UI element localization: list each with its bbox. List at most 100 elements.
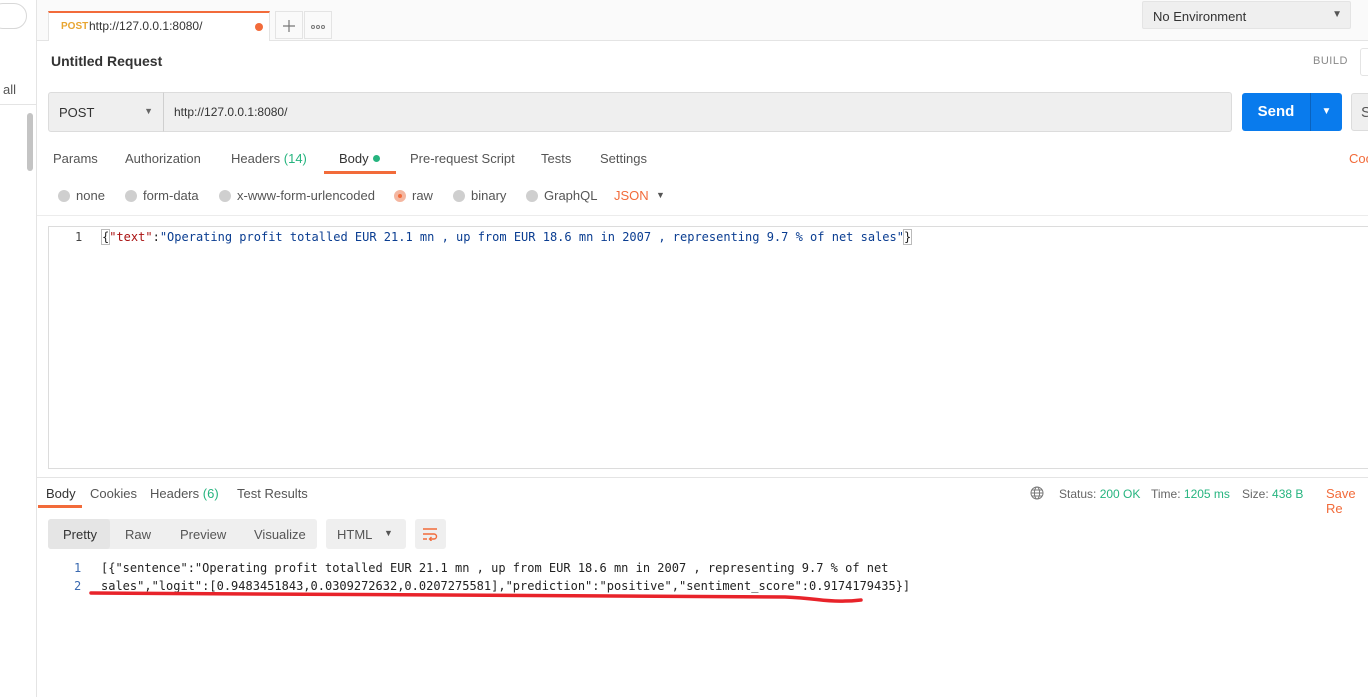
request-tab-active[interactable]: POST http://127.0.0.1:8080/ <box>48 11 270 41</box>
radio-circle-icon <box>219 190 231 202</box>
tab-params[interactable]: Params <box>53 151 98 166</box>
response-tab-body-underline <box>38 505 82 508</box>
radio-binary-label: binary <box>471 188 507 203</box>
radio-graphql[interactable]: GraphQL <box>526 188 597 203</box>
response-divider <box>37 477 1368 478</box>
sidebar-search-pill[interactable] <box>0 3 27 29</box>
globe-icon[interactable] <box>1030 486 1044 500</box>
response-format-label: HTML <box>337 527 373 542</box>
sidebar-filter-all[interactable]: all <box>3 82 16 97</box>
sidebar-divider <box>0 104 37 105</box>
send-button[interactable]: Send ▼ <box>1242 93 1342 131</box>
send-label[interactable]: Send <box>1242 93 1310 131</box>
tab-body-underline <box>324 171 396 174</box>
url-input[interactable]: http://127.0.0.1:8080/ <box>163 92 1232 132</box>
tab-headers-count: (14) <box>283 151 307 166</box>
radio-urlencoded-label: x-www-form-urlencoded <box>237 188 375 203</box>
code-link[interactable]: Coo <box>1349 151 1368 166</box>
request-body-editor[interactable]: 1 {"text":"Operating profit totalled EUR… <box>48 226 1368 469</box>
radio-binary[interactable]: binary <box>453 188 506 203</box>
response-format-select[interactable]: HTML ▼ <box>326 519 406 549</box>
save-response-button[interactable]: Save Re <box>1326 486 1368 516</box>
tab-authorization[interactable]: Authorization <box>125 151 201 166</box>
response-view-toggle: Pretty Raw Preview Visualize <box>48 519 317 549</box>
view-preview[interactable]: Preview <box>180 527 226 542</box>
wrap-lines-button[interactable] <box>415 519 446 549</box>
line-number: 1 <box>75 230 83 244</box>
status-label: Status: <box>1059 487 1097 501</box>
tab-headers[interactable]: Headers (14) <box>231 151 307 166</box>
url-text: http://127.0.0.1:8080/ <box>174 105 288 119</box>
view-visualize[interactable]: Visualize <box>254 527 306 542</box>
radio-selected-icon <box>394 190 406 202</box>
response-headers-label: Headers <box>150 486 200 501</box>
view-pretty[interactable]: Pretty <box>63 527 97 542</box>
response-time: Time: 1205 ms <box>1151 487 1230 501</box>
tab-options-button[interactable] <box>304 11 332 39</box>
body-indicator-dot-icon <box>372 155 380 162</box>
time-value: 1205 ms <box>1183 487 1230 501</box>
mode-toggle-edge[interactable] <box>1360 48 1368 76</box>
save-button[interactable]: S <box>1351 93 1368 131</box>
response-headers-count: (6) <box>202 486 219 501</box>
response-size: Size: 438 B <box>1242 487 1303 501</box>
json-colon: : <box>152 230 160 244</box>
response-tab-body[interactable]: Body <box>46 486 76 501</box>
radio-graphql-label: GraphQL <box>544 188 598 203</box>
sidebar-scrollbar[interactable] <box>27 113 33 171</box>
json-value: "Operating profit totalled EUR 21.1 mn ,… <box>159 230 904 244</box>
sidebar: all <box>0 0 37 697</box>
plus-icon <box>283 20 295 32</box>
build-button[interactable]: BUILD <box>1313 55 1348 67</box>
response-line: [{"sentence":"Operating profit totalled … <box>101 561 889 575</box>
chevron-down-icon[interactable]: ▼ <box>656 190 665 200</box>
wrap-lines-icon <box>423 528 438 541</box>
response-line-number: 1 <box>74 561 82 575</box>
json-key: "text" <box>109 230 153 244</box>
size-value: 438 B <box>1272 487 1304 501</box>
radio-none[interactable]: none <box>58 188 105 203</box>
close-brace: } <box>902 229 913 245</box>
tab-body[interactable]: Body <box>339 151 380 166</box>
chevron-down-icon: ▼ <box>1332 9 1342 20</box>
radio-raw-label: raw <box>412 188 433 203</box>
radio-circle-icon <box>125 190 137 202</box>
chevron-down-icon: ▼ <box>384 528 393 538</box>
view-raw[interactable]: Raw <box>125 527 151 542</box>
tab-settings[interactable]: Settings <box>600 151 647 166</box>
ellipsis-icon <box>311 25 325 29</box>
response-line-number: 2 <box>74 579 82 593</box>
new-tab-button[interactable] <box>275 11 303 39</box>
response-tab-cookies[interactable]: Cookies <box>90 486 137 501</box>
radio-form-data-label: form-data <box>143 188 199 203</box>
radio-circle-icon <box>526 190 538 202</box>
request-title[interactable]: Untitled Request <box>51 53 162 69</box>
body-format-select[interactable]: JSON <box>614 188 649 203</box>
annotation-underline <box>89 591 863 603</box>
tab-headers-label: Headers <box>231 151 281 166</box>
tab-url: http://127.0.0.1:8080/ <box>89 19 203 33</box>
response-tab-headers[interactable]: Headers (6) <box>150 486 219 501</box>
size-label: Size: <box>1242 487 1269 501</box>
response-status: Status: 200 OK <box>1059 487 1140 501</box>
radio-urlencoded[interactable]: x-www-form-urlencoded <box>219 188 375 203</box>
radio-none-label: none <box>76 188 105 203</box>
time-label: Time: <box>1151 487 1181 501</box>
code-line[interactable]: {"text":"Operating profit totalled EUR 2… <box>100 229 913 245</box>
environment-label: No Environment <box>1153 9 1247 24</box>
method-select[interactable]: POST ▼ <box>48 92 164 132</box>
radio-raw[interactable]: raw <box>394 188 433 203</box>
radio-circle-icon <box>58 190 70 202</box>
radio-circle-icon <box>453 190 465 202</box>
unsaved-dot-icon <box>255 23 263 31</box>
response-tab-test-results[interactable]: Test Results <box>237 486 308 501</box>
divider <box>37 215 1368 216</box>
environment-select[interactable]: No Environment ▼ <box>1142 1 1351 29</box>
method-label: POST <box>59 105 95 120</box>
radio-form-data[interactable]: form-data <box>125 188 199 203</box>
send-options-chevron-icon[interactable]: ▼ <box>1311 93 1342 131</box>
save-label: S <box>1361 104 1368 121</box>
tab-pre-request-script[interactable]: Pre-request Script <box>410 151 515 166</box>
tab-tests[interactable]: Tests <box>541 151 571 166</box>
tab-method: POST <box>61 21 89 32</box>
